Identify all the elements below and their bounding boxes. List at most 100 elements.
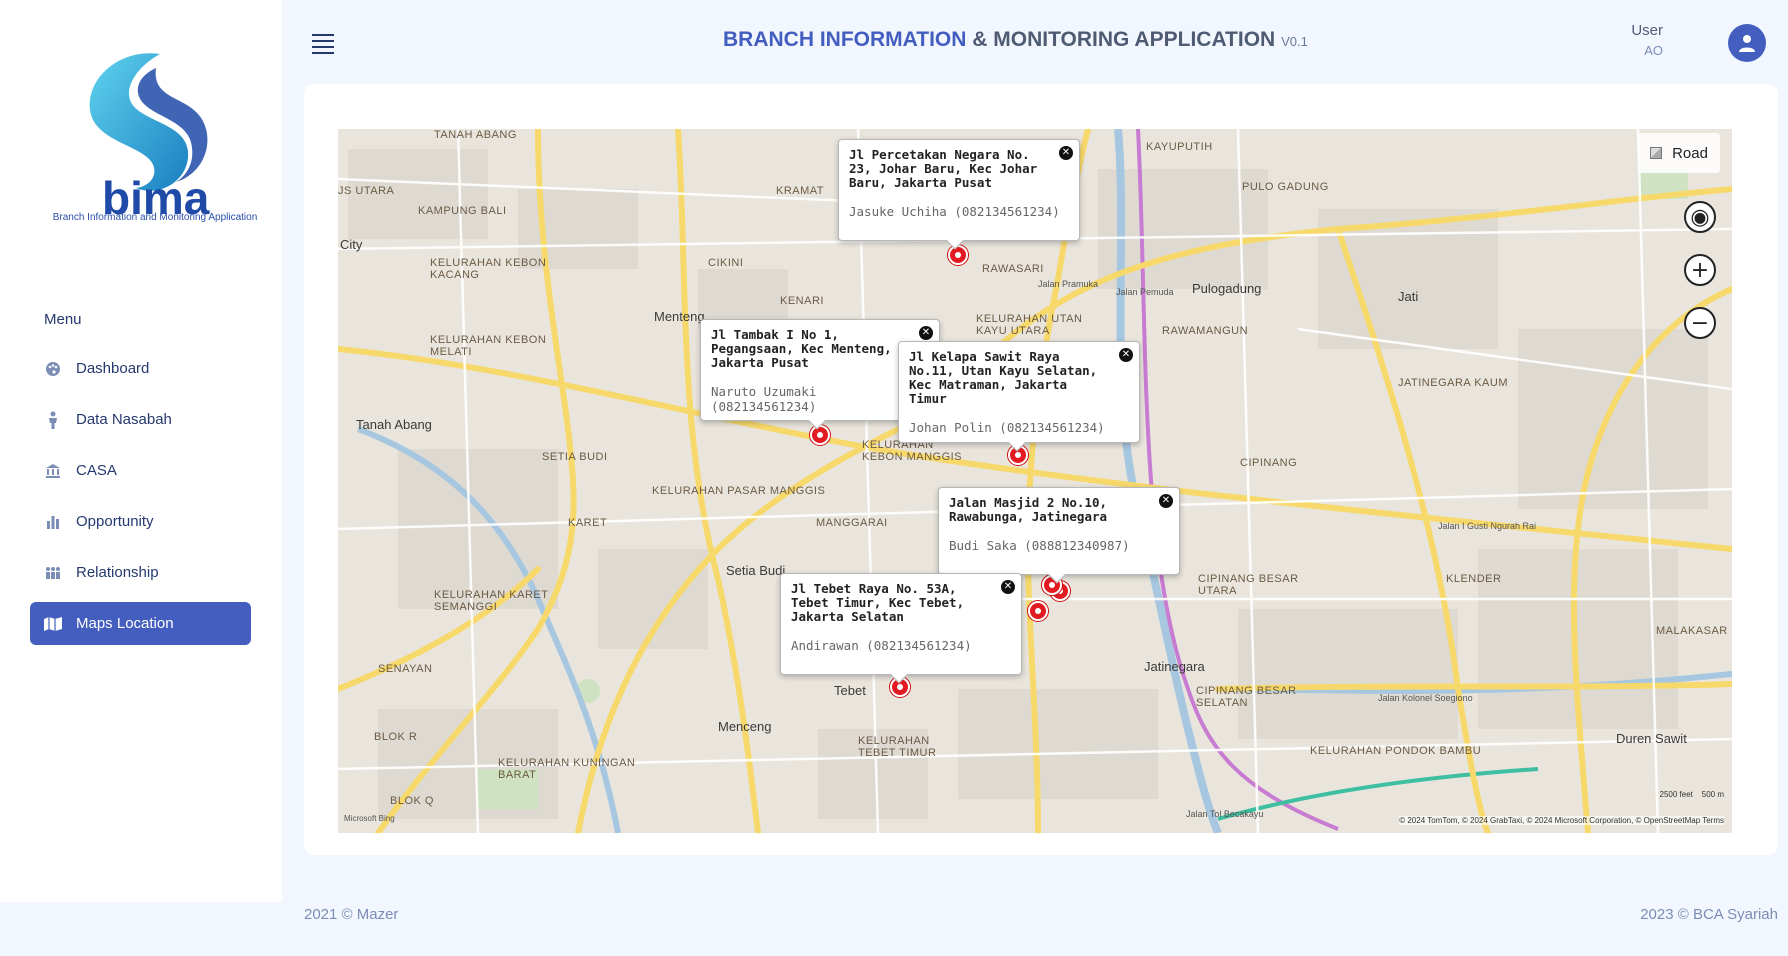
map-label: Jalan Kolonel Soegiono bbox=[1378, 693, 1473, 703]
map-label: CIKINI bbox=[708, 257, 744, 269]
sidebar-item-maps-location[interactable]: Maps Location bbox=[30, 602, 251, 645]
popup-address: Jl Kelapa Sawit Raya No.11, Utan Kayu Se… bbox=[909, 349, 1098, 406]
map-label: BLOK Q bbox=[390, 795, 434, 807]
sidebar-item-relationship[interactable]: Relationship bbox=[30, 551, 251, 594]
location-pin[interactable] bbox=[948, 245, 968, 265]
location-pin[interactable] bbox=[1028, 601, 1048, 621]
sidebar-item-label: CASA bbox=[76, 462, 117, 479]
map-label: Jati bbox=[1398, 289, 1419, 304]
palette-icon bbox=[44, 360, 62, 378]
popup-address: Jalan Masjid 2 No.10, Rawabunga, Jatineg… bbox=[949, 495, 1108, 524]
person-icon bbox=[44, 411, 62, 429]
map-label: CIPINANG BESAR UTARA bbox=[1198, 573, 1299, 597]
map-label: Jalan Tol Becakayu bbox=[1186, 809, 1264, 819]
map-label: BLOK R bbox=[374, 731, 418, 743]
location-popup: Jl Kelapa Sawit Raya No.11, Utan Kayu Se… bbox=[898, 341, 1140, 452]
sidebar-item-label: Maps Location bbox=[76, 615, 174, 632]
map-label: SETIA BUDI bbox=[542, 451, 608, 463]
location-popup: Jl Tebet Raya No. 53A, Tebet Timur, Kec … bbox=[780, 573, 1022, 684]
map-label: JATINEGARA KAUM bbox=[1398, 377, 1508, 389]
sidebar-item-data-nasabah[interactable]: Data Nasabah bbox=[30, 398, 251, 441]
provider-logo: Microsoft Bing bbox=[344, 814, 395, 823]
close-icon[interactable]: ✕ bbox=[1119, 348, 1133, 362]
logo-subtitle: Branch Information and Monitoring Applic… bbox=[52, 212, 258, 223]
map-label: KELURAHAN PASAR MANGGIS bbox=[652, 485, 826, 497]
location-popup: Jalan Masjid 2 No.10, Rawabunga, Jatineg… bbox=[938, 487, 1180, 584]
bar-chart-icon bbox=[44, 513, 62, 531]
map-label: MALAKASAR bbox=[1656, 625, 1728, 637]
locate-me-icon[interactable]: ◉ bbox=[1684, 201, 1716, 233]
map-label: Pulogadung bbox=[1192, 281, 1262, 296]
map-label: Setia Budi bbox=[726, 563, 786, 578]
location-pin[interactable] bbox=[810, 425, 830, 445]
location-popup: Jl Percetakan Negara No. 23, Johar Baru,… bbox=[838, 139, 1080, 250]
map-label: City bbox=[340, 237, 363, 252]
map-label: KRAMAT bbox=[776, 185, 825, 197]
sidebar-item-casa[interactable]: CASA bbox=[30, 449, 251, 492]
user-name: User bbox=[1631, 22, 1663, 39]
avatar[interactable] bbox=[1728, 24, 1766, 62]
map-label: RAWASARI bbox=[982, 263, 1044, 275]
map-label: Tanah Abang bbox=[356, 417, 432, 432]
popup-contact: Budi Saka (088812340987) bbox=[949, 538, 1130, 553]
map-label: KAYUPUTIH bbox=[1146, 141, 1213, 153]
map-label: KARET bbox=[568, 517, 608, 529]
map-label: KELURAHAN KEBON KACANG bbox=[430, 257, 547, 281]
map-label: KELURAHAN UTAN KAYU UTARA bbox=[976, 313, 1083, 337]
map-label: CIPINANG bbox=[1240, 457, 1298, 469]
footer-right: 2023 © BCA Syariah bbox=[1640, 906, 1778, 923]
sidebar-item-label: Opportunity bbox=[76, 513, 154, 530]
map-label: KELURAHAN KEBON MELATI bbox=[430, 334, 547, 358]
map-style-label: Road bbox=[1672, 144, 1708, 162]
map-view[interactable]: TANAH ABANG KAMPUNG BALI JS UTARA City K… bbox=[338, 129, 1732, 833]
sidebar: bima Branch Information and Monitoring A… bbox=[0, 0, 282, 902]
map-label: Jalan Pramuka bbox=[1038, 279, 1099, 289]
map-label: Jalan I Gusti Ngurah Rai bbox=[1438, 521, 1537, 531]
map-label: PULO GADUNG bbox=[1242, 181, 1329, 193]
sidebar-item-label: Dashboard bbox=[76, 360, 150, 377]
map-label: Menteng bbox=[654, 309, 705, 324]
close-icon[interactable]: ✕ bbox=[919, 326, 933, 340]
sidebar-item-dashboard[interactable]: Dashboard bbox=[30, 347, 251, 390]
sidebar-item-label: Relationship bbox=[76, 564, 159, 581]
map-label: RAWAMANGUN bbox=[1162, 325, 1249, 337]
popup-address: Jl Tambak I No 1, Pegangsaan, Kec Menten… bbox=[711, 327, 892, 370]
map-label: Duren Sawit bbox=[1616, 731, 1687, 746]
zoom-out-icon[interactable]: − bbox=[1684, 307, 1716, 339]
logo-swirl-icon: bima bbox=[89, 53, 210, 224]
popup-address: Jl Tebet Raya No. 53A, Tebet Timur, Kec … bbox=[791, 581, 965, 624]
user-role: AO bbox=[1644, 43, 1663, 58]
map-label: Jalan Pemuda bbox=[1116, 287, 1174, 297]
map-label: KELURAHAN KARET SEMANGGI bbox=[434, 589, 549, 613]
menu-toggle-icon[interactable] bbox=[312, 34, 334, 54]
close-icon[interactable]: ✕ bbox=[1059, 146, 1073, 160]
map-label: KLENDER bbox=[1446, 573, 1502, 585]
map-label: Menceng bbox=[718, 719, 772, 734]
map-label: CIPINANG BESAR SELATAN bbox=[1196, 685, 1297, 709]
bima-logo[interactable]: bima Branch Information and Monitoring A… bbox=[40, 48, 270, 238]
user-icon bbox=[1739, 35, 1755, 52]
map-label: JS UTARA bbox=[338, 185, 395, 197]
close-icon[interactable]: ✕ bbox=[1159, 494, 1173, 508]
popup-address: Jl Percetakan Negara No. 23, Johar Baru,… bbox=[849, 147, 1038, 190]
bank-icon bbox=[44, 462, 62, 480]
people-icon bbox=[44, 564, 62, 582]
footer bbox=[0, 902, 1788, 956]
map-label: Tebet bbox=[834, 683, 866, 698]
popup-contact: Naruto Uzumaki (082134561234) bbox=[711, 384, 817, 414]
page-title: BRANCH INFORMATION & MONITORING APPLICAT… bbox=[723, 28, 1308, 51]
map-label: MANGGARAI bbox=[816, 517, 888, 529]
map-style-icon bbox=[1650, 147, 1663, 159]
map-label: KELURAHAN PONDOK BAMBU bbox=[1310, 745, 1482, 757]
sidebar-item-opportunity[interactable]: Opportunity bbox=[30, 500, 251, 543]
map-style-button[interactable]: Road bbox=[1638, 133, 1720, 173]
map-label: SENAYAN bbox=[378, 663, 433, 675]
sidebar-item-label: Data Nasabah bbox=[76, 411, 172, 428]
map-attribution[interactable]: © 2024 TomTom, © 2024 GrabTaxi, © 2024 M… bbox=[1399, 816, 1724, 825]
map-label: Jatinegara bbox=[1144, 659, 1205, 674]
map-label: TANAH ABANG bbox=[434, 129, 517, 141]
close-icon[interactable]: ✕ bbox=[1001, 580, 1015, 594]
map-scale: 2500 feet 500 m bbox=[1659, 790, 1725, 799]
map-icon bbox=[44, 615, 62, 633]
zoom-in-icon[interactable]: + bbox=[1684, 254, 1716, 286]
